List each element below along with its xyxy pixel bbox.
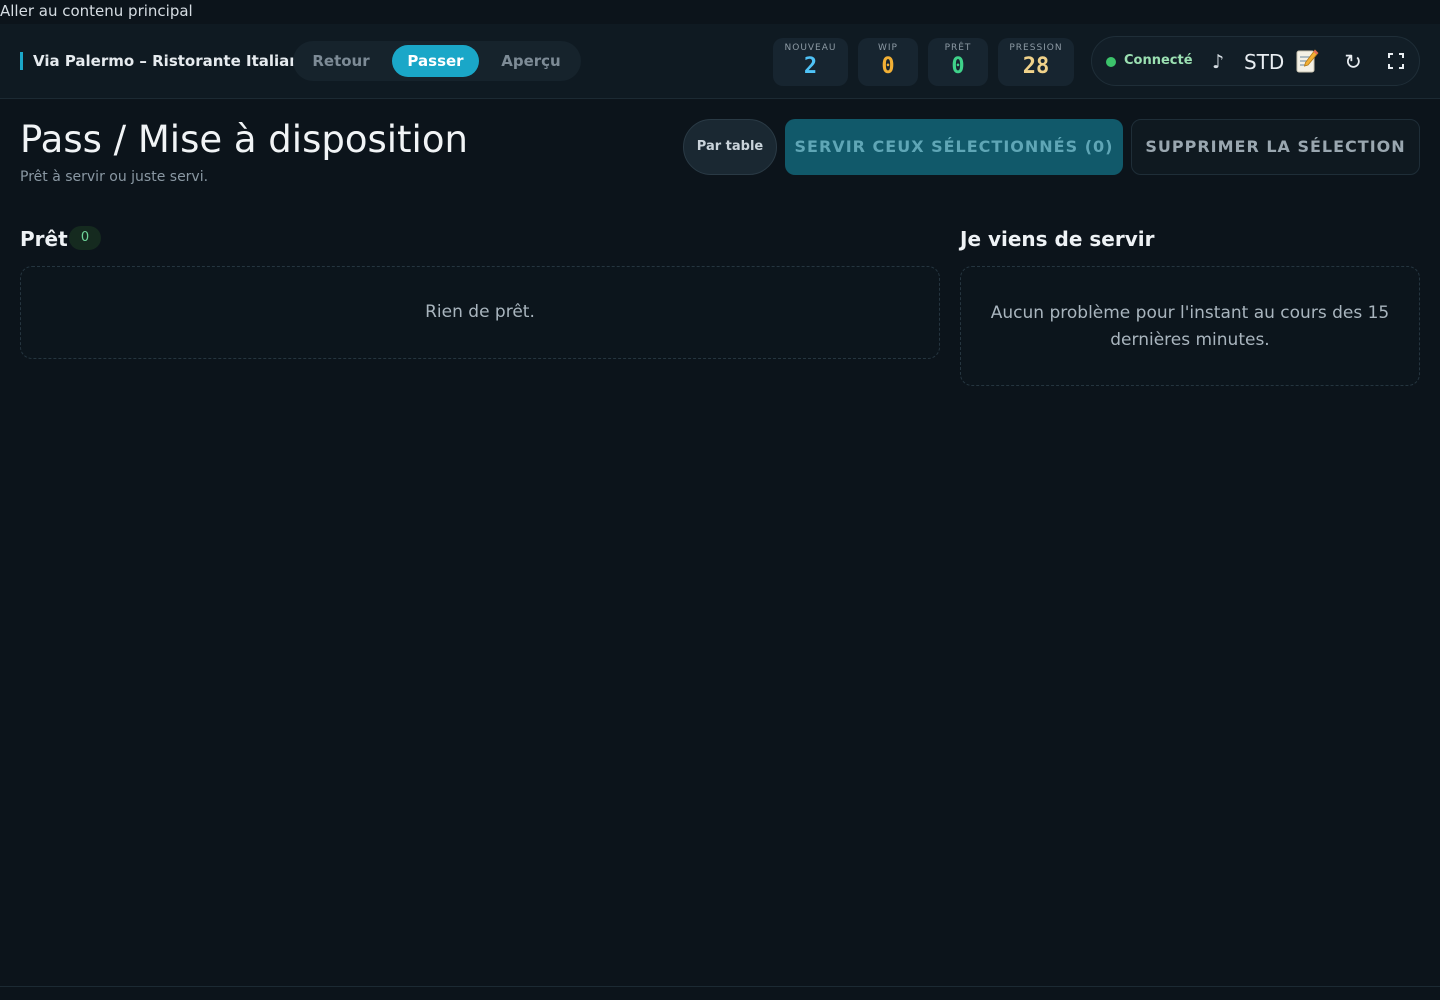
ready-section-title: Prêt [20,227,68,251]
group-by-table-button[interactable]: Par table [683,119,777,175]
footer-divider [0,986,1440,987]
served-section-title: Je viens de servir [960,227,1155,251]
ready-count-badge: 0 [69,226,101,250]
delete-selection-button[interactable]: SUPPRIMER LA SÉLECTION [1131,119,1420,175]
ready-empty-panel: Rien de prêt. [20,266,940,359]
stat-pret: PRÊT 0 [928,38,988,86]
mode-switcher: Retour Passer Aperçu [293,41,581,81]
stat-value: 28 [1022,54,1050,79]
connection-status-label: Connecté [1124,53,1193,68]
page-subtitle: Prêt à servir ou juste servi. [20,169,209,185]
served-empty-text: Aucun problème pour l'instant au cours d… [990,303,1390,350]
stat-label: PRESSION [1009,43,1063,53]
served-empty-panel: Aucun problème pour l'instant au cours d… [960,266,1420,386]
ready-empty-text: Rien de prêt. [425,302,535,322]
sound-toggle-icon[interactable]: ♪ [1212,50,1224,74]
page-title: Pass / Mise à disposition [20,118,468,161]
mode-apercu-tab[interactable]: Aperçu [486,45,576,77]
top-bar: Via Palermo – Ristorante Italiano Retour… [0,24,1440,99]
stat-label: WIP [878,43,898,53]
profile-std-label[interactable]: STD [1244,49,1284,75]
mode-passer-tab[interactable]: Passer [392,45,479,77]
stat-nouveau: NOUVEAU 2 [773,38,848,86]
stat-label: NOUVEAU [784,43,837,53]
fullscreen-icon[interactable] [1388,53,1404,69]
stat-value: 0 [951,54,965,79]
mode-retour-tab[interactable]: Retour [297,45,385,77]
restaurant-name: Via Palermo – Ristorante Italiano [20,52,310,70]
stat-value: 2 [803,54,818,79]
connection-status-dot-icon [1106,57,1116,67]
skip-to-content-link[interactable]: Aller au contenu principal [0,2,193,20]
serve-selected-button[interactable]: SERVIR CEUX SÉLECTIONNÉS (0) [785,119,1123,175]
memo-icon[interactable] [1295,48,1319,74]
stat-wip: WIP 0 [858,38,918,86]
refresh-icon[interactable]: ↻ [1342,49,1364,75]
stat-value: 0 [881,54,895,79]
stat-pression: PRESSION 28 [998,38,1074,86]
stat-label: PRÊT [944,43,972,53]
status-toolbar: Connecté ♪ STD ↻ [1091,36,1420,86]
